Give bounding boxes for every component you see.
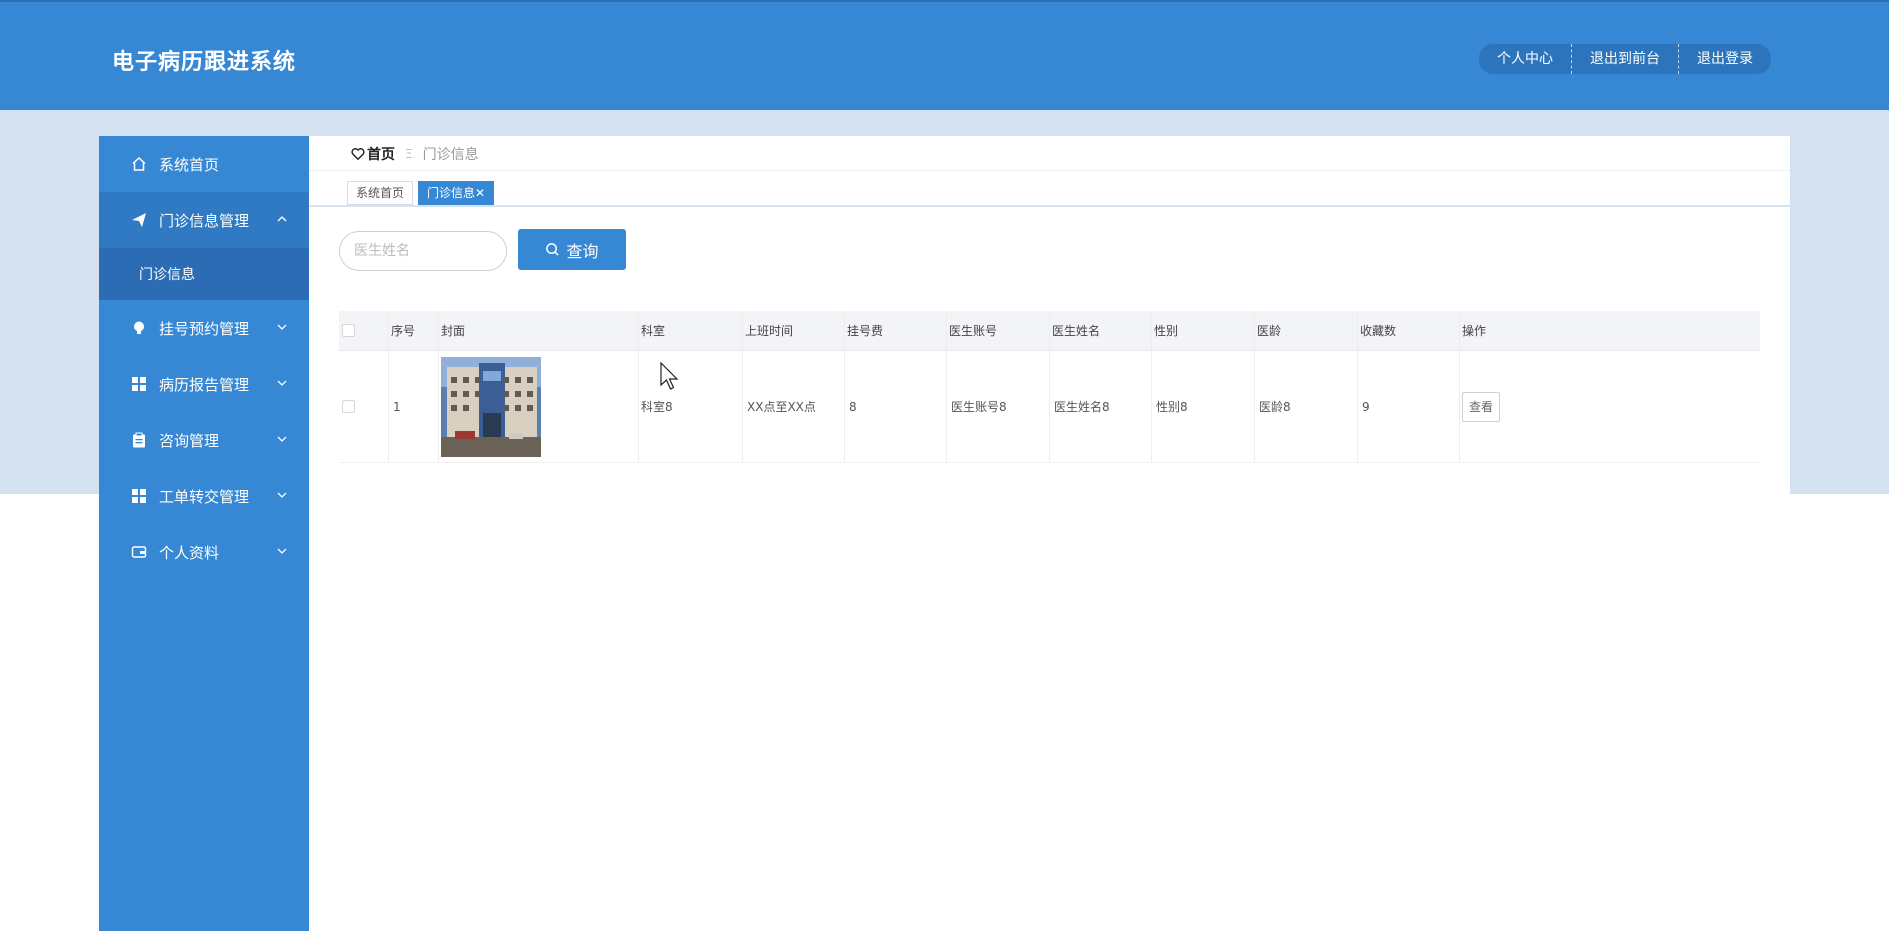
cover-image xyxy=(441,356,541,457)
clipboard-icon xyxy=(131,432,147,448)
tab-label: 门诊信息 xyxy=(427,186,476,200)
col-header-fee[interactable]: 挂号费 xyxy=(845,311,947,350)
chevron-down-icon xyxy=(277,324,287,330)
breadcrumb-home-label: 首页 xyxy=(367,147,395,163)
breadcrumb-home[interactable]: 首页 xyxy=(351,144,395,164)
select-all-cell xyxy=(339,311,389,350)
wallet-icon xyxy=(131,544,147,560)
col-header-hours[interactable]: 上班时间 xyxy=(743,311,845,350)
breadcrumb-current: 门诊信息 xyxy=(422,147,479,163)
tab-label: 系统首页 xyxy=(356,186,405,200)
cell-cover xyxy=(439,351,639,462)
col-header-cover[interactable]: 封面 xyxy=(439,311,639,350)
chevron-up-icon xyxy=(277,216,287,222)
sidebar-subitem-label: 门诊信息 xyxy=(139,267,195,283)
sidebar-item-consult-mgmt[interactable]: 咨询管理 xyxy=(99,412,309,468)
sidebar-item-label: 病历报告管理 xyxy=(159,375,250,394)
table-header: 序号 封面 科室 上班时间 挂号费 医生账号 医生姓名 性别 医龄 收藏数 操作 xyxy=(339,311,1760,351)
personal-center-link[interactable]: 个人中心 xyxy=(1479,44,1571,74)
breadcrumb: 首页 Ξ 门诊信息 xyxy=(351,144,479,164)
col-header-account[interactable]: 医生账号 xyxy=(947,311,1050,350)
sidebar-item-outpatient-mgmt[interactable]: 门诊信息管理 xyxy=(99,192,309,248)
tab-system-home[interactable]: 系统首页 xyxy=(347,181,414,205)
select-all-checkbox[interactable] xyxy=(342,324,355,337)
tab-divider xyxy=(309,205,1790,207)
sidebar-item-profile[interactable]: 个人资料 xyxy=(99,524,309,580)
outpatient-table: 序号 封面 科室 上班时间 挂号费 医生账号 医生姓名 性别 医龄 收藏数 操作… xyxy=(339,311,1760,463)
tab-bar: 系统首页 门诊信息✕ xyxy=(347,181,499,205)
app-title: 电子病历跟进系统 xyxy=(112,50,297,75)
grid-icon xyxy=(131,488,147,504)
sidebar-item-label: 个人资料 xyxy=(159,543,220,562)
col-header-years[interactable]: 医龄 xyxy=(1255,311,1358,350)
table-row: 1 科室8 XX点至XX点 8 医生账号8 医生姓名8 性别8 医龄8 9 查看 xyxy=(339,351,1760,463)
search-button-label: 查询 xyxy=(566,241,599,261)
col-header-name[interactable]: 医生姓名 xyxy=(1050,311,1152,350)
top-bar: 电子病历跟进系统 个人中心 退出到前台 退出登录 xyxy=(0,0,1889,110)
bulb-icon xyxy=(131,320,147,336)
sidebar-item-label: 咨询管理 xyxy=(159,431,220,450)
cell-actions: 查看 xyxy=(1460,351,1760,462)
cell-account: 医生账号8 xyxy=(947,351,1050,462)
col-header-favorites[interactable]: 收藏数 xyxy=(1358,311,1460,350)
main-content: 首页 Ξ 门诊信息 系统首页 门诊信息✕ 查询 序号 封面 科室 上班时间 挂号… xyxy=(309,136,1790,931)
sidebar-item-label: 门诊信息管理 xyxy=(159,211,250,230)
row-checkbox[interactable] xyxy=(342,400,355,413)
cell-index: 1 xyxy=(389,351,439,462)
cell-years: 医龄8 xyxy=(1255,351,1358,462)
breadcrumb-divider xyxy=(309,170,1790,171)
chevron-down-icon xyxy=(277,436,287,442)
cell-department: 科室8 xyxy=(639,351,743,462)
logout-link[interactable]: 退出登录 xyxy=(1678,44,1771,74)
col-header-gender[interactable]: 性别 xyxy=(1152,311,1255,350)
cell-fee: 8 xyxy=(845,351,947,462)
close-icon[interactable]: ✕ xyxy=(475,186,485,200)
heart-icon xyxy=(351,148,365,161)
doctor-name-search-input[interactable] xyxy=(339,231,507,271)
cell-favorites: 9 xyxy=(1358,351,1460,462)
tab-outpatient-info[interactable]: 门诊信息✕ xyxy=(418,181,495,205)
row-select-cell xyxy=(339,351,389,462)
sidebar-item-home[interactable]: 系统首页 xyxy=(99,136,309,192)
exit-to-front-link[interactable]: 退出到前台 xyxy=(1571,44,1678,74)
submenu-outpatient: 门诊信息 xyxy=(99,248,309,300)
col-header-department[interactable]: 科室 xyxy=(639,311,743,350)
cell-hours: XX点至XX点 xyxy=(743,351,845,462)
col-header-index[interactable]: 序号 xyxy=(389,311,439,350)
cell-name: 医生姓名8 xyxy=(1050,351,1152,462)
search-icon xyxy=(546,243,560,256)
sidebar: 系统首页 门诊信息管理 门诊信息 挂号预约管理 病历报告管理 咨询管理 工单转交… xyxy=(99,136,309,931)
view-button[interactable]: 查看 xyxy=(1462,391,1501,422)
sidebar-subitem-outpatient-info[interactable]: 门诊信息 xyxy=(99,248,309,300)
chevron-down-icon xyxy=(277,380,287,386)
mouse-cursor-icon xyxy=(660,362,679,390)
cell-gender: 性别8 xyxy=(1152,351,1255,462)
sidebar-item-label: 系统首页 xyxy=(159,155,220,174)
top-actions: 个人中心 退出到前台 退出登录 xyxy=(1479,44,1771,74)
search-button[interactable]: 查询 xyxy=(518,229,626,270)
home-icon xyxy=(131,156,147,172)
send-icon xyxy=(131,212,147,228)
grid-icon xyxy=(131,376,147,392)
chevron-down-icon xyxy=(277,548,287,554)
sidebar-item-report-mgmt[interactable]: 病历报告管理 xyxy=(99,356,309,412)
sidebar-item-ticket-mgmt[interactable]: 工单转交管理 xyxy=(99,468,309,524)
chevron-down-icon xyxy=(277,492,287,498)
sidebar-item-appointment-mgmt[interactable]: 挂号预约管理 xyxy=(99,300,309,356)
sidebar-item-label: 挂号预约管理 xyxy=(159,319,250,338)
breadcrumb-separator: Ξ xyxy=(405,147,413,161)
sidebar-item-label: 工单转交管理 xyxy=(159,487,250,506)
col-header-actions: 操作 xyxy=(1462,324,1487,338)
